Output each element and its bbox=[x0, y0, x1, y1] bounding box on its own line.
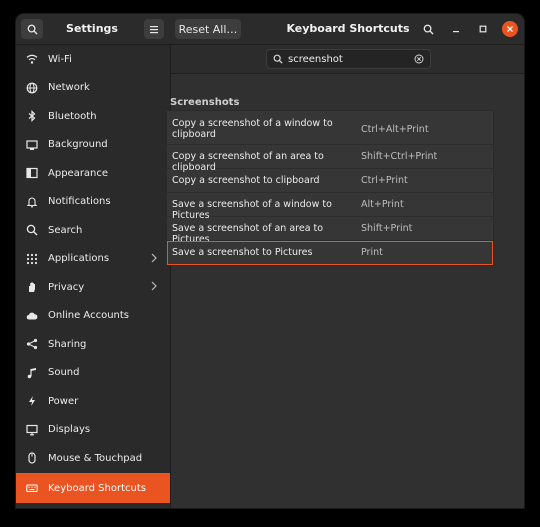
sidebar-item-label: Background bbox=[48, 139, 108, 150]
power-icon bbox=[26, 395, 38, 407]
sidebar-item-wifi[interactable]: Wi-Fi bbox=[16, 45, 170, 73]
network-icon bbox=[26, 82, 38, 94]
shortcut-row-selected[interactable]: Save a screenshot to Pictures Print bbox=[167, 241, 493, 265]
keyboard-icon bbox=[26, 482, 38, 494]
hand-icon bbox=[26, 281, 38, 293]
minimize-button[interactable] bbox=[448, 21, 464, 37]
close-icon bbox=[507, 26, 513, 32]
sidebar-item-bluetooth[interactable]: Bluetooth bbox=[16, 102, 170, 130]
shortcut-row[interactable]: Copy a screenshot to clipboard Ctrl+Prin… bbox=[167, 169, 493, 193]
sidebar-item-label: Wi-Fi bbox=[48, 53, 72, 65]
sidebar-item-mouse-touchpad[interactable]: Mouse & Touchpad bbox=[16, 444, 170, 472]
background-icon bbox=[26, 139, 38, 151]
close-button[interactable] bbox=[502, 21, 518, 37]
sidebar-item-label: Appearance bbox=[48, 167, 109, 179]
chevron-right-icon bbox=[150, 253, 158, 266]
clear-search-icon[interactable] bbox=[414, 54, 424, 64]
shortcut-accelerator: Shift+Print bbox=[361, 223, 413, 234]
shortcut-accelerator: Shift+Ctrl+Print bbox=[361, 151, 438, 162]
shortcut-row[interactable]: Copy a screenshot of a window to clipboa… bbox=[167, 111, 493, 145]
reset-all-button[interactable]: Reset All… bbox=[175, 19, 241, 39]
sidebar-item-label: Mouse & Touchpad bbox=[48, 452, 143, 464]
shortcut-row[interactable]: Save a screenshot of a window to Picture… bbox=[167, 193, 493, 221]
shortcut-accelerator: Ctrl+Print bbox=[361, 175, 408, 186]
chevron-right-icon bbox=[150, 281, 158, 294]
search-icon bbox=[26, 224, 38, 236]
shortcut-accelerator: Alt+Print bbox=[361, 199, 404, 210]
sidebar-item-displays[interactable]: Displays bbox=[16, 416, 170, 444]
sidebar-item-label: Sound bbox=[48, 367, 80, 378]
shortcut-name: Copy a screenshot to clipboard bbox=[172, 175, 320, 186]
sidebar-item-sound[interactable]: Sound bbox=[16, 359, 170, 387]
sidebar-item-label: Applications bbox=[48, 253, 110, 264]
sidebar-item-search[interactable]: Search bbox=[16, 216, 170, 244]
group-title: Screenshots bbox=[170, 97, 240, 108]
shortcut-accelerator: Ctrl+Alt+Print bbox=[361, 124, 429, 135]
sidebar-item-label: Online Accounts bbox=[48, 310, 130, 321]
search-icon bbox=[423, 24, 434, 35]
page-title: Keyboard Shortcuts bbox=[286, 22, 410, 35]
sidebar-item-privacy[interactable]: Privacy bbox=[16, 273, 170, 301]
sidebar-item-keyboard-shortcuts[interactable]: Keyboard Shortcuts bbox=[16, 473, 170, 503]
minimize-icon bbox=[453, 31, 459, 33]
search-icon bbox=[273, 54, 283, 64]
sidebar-item-label: Privacy bbox=[48, 281, 85, 293]
sidebar-item-power[interactable]: Power bbox=[16, 387, 170, 415]
shortcut-row[interactable]: Copy a screenshot of an area to clipboar… bbox=[167, 145, 493, 173]
sidebar-item-label: Notifications bbox=[48, 196, 111, 207]
sidebar-item-sharing[interactable]: Sharing bbox=[16, 330, 170, 358]
settings-title: Settings bbox=[66, 22, 118, 35]
sidebar-item-label: Search bbox=[48, 224, 83, 236]
sidebar-item-label: Bluetooth bbox=[48, 110, 97, 122]
shortcut-accelerator: Print bbox=[361, 247, 383, 258]
sidebar-item-label: Displays bbox=[48, 424, 91, 435]
bell-icon bbox=[26, 196, 38, 208]
share-icon bbox=[26, 338, 38, 350]
hamburger-menu-icon bbox=[150, 25, 158, 33]
wifi-icon bbox=[26, 53, 38, 65]
sidebar-item-notifications[interactable]: Notifications bbox=[16, 188, 170, 216]
display-icon bbox=[26, 424, 38, 436]
shortcut-name: Save a screenshot to Pictures bbox=[172, 247, 313, 258]
appearance-icon bbox=[26, 167, 38, 179]
bluetooth-icon bbox=[26, 110, 38, 122]
sidebar-item-appearance[interactable]: Appearance bbox=[16, 159, 170, 187]
shortcut-name: Copy a screenshot of a window to clipboa… bbox=[172, 118, 333, 140]
mouse-icon bbox=[26, 452, 38, 464]
sidebar-item-label: Sharing bbox=[48, 338, 87, 350]
sidebar-item-online-accounts[interactable]: Online Accounts bbox=[16, 302, 170, 330]
header-bar: Settings Reset All… Keyboard Shortcuts bbox=[16, 14, 524, 45]
shortcut-list: Copy a screenshot of a window to clipboa… bbox=[166, 110, 494, 266]
sidebar: Wi-Fi Network Bluetooth Background Appea… bbox=[16, 45, 171, 508]
maximize-icon bbox=[479, 25, 487, 33]
sidebar-item-label: Network bbox=[48, 82, 90, 93]
sidebar-item-label: Power bbox=[48, 395, 79, 407]
search-input[interactable]: screenshot bbox=[266, 49, 431, 69]
search-icon bbox=[27, 24, 38, 35]
sidebar-item-background[interactable]: Background bbox=[16, 131, 170, 159]
sidebar-search-button[interactable] bbox=[21, 19, 43, 39]
music-note-icon bbox=[26, 367, 38, 379]
search-input-value: screenshot bbox=[288, 53, 343, 65]
search-bar: screenshot bbox=[171, 45, 524, 74]
applications-icon bbox=[26, 253, 38, 265]
main-menu-button[interactable] bbox=[144, 19, 164, 39]
sidebar-item-label: Keyboard Shortcuts bbox=[48, 482, 146, 494]
sidebar-item-network[interactable]: Network bbox=[16, 74, 170, 102]
shortcut-row[interactable]: Save a screenshot of an area to Pictures… bbox=[167, 217, 493, 245]
maximize-button[interactable] bbox=[475, 21, 491, 37]
cloud-icon bbox=[26, 310, 38, 322]
shortcut-search-button[interactable] bbox=[417, 19, 439, 39]
sidebar-item-applications[interactable]: Applications bbox=[16, 245, 170, 273]
